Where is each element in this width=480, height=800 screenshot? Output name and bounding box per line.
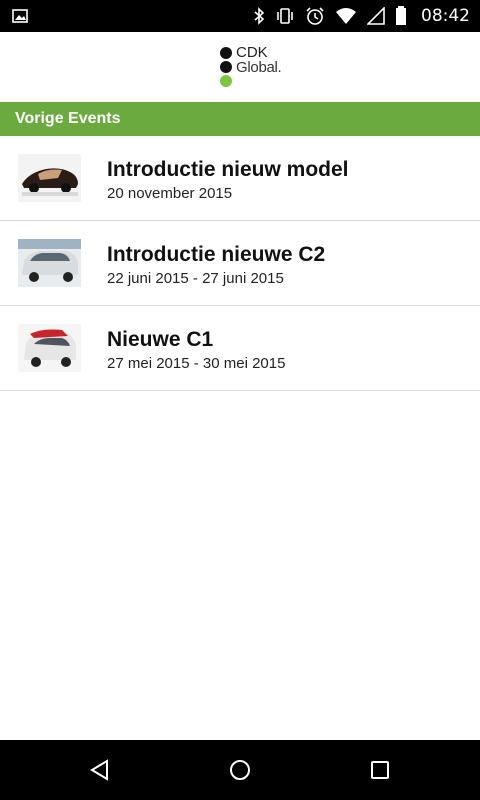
event-date: 20 november 2015 (107, 185, 233, 202)
cdk-global-logo: CDK Global. (217, 44, 297, 90)
back-button[interactable] (70, 740, 130, 800)
event-thumbnail (18, 324, 81, 372)
car-image-icon (18, 154, 81, 202)
event-date: 27 mei 2015 - 30 mei 2015 (107, 355, 286, 372)
image-icon (12, 9, 28, 23)
event-title: Introductie nieuw model (107, 158, 349, 181)
event-date: 22 juni 2015 - 27 juni 2015 (107, 270, 284, 287)
bluetooth-icon (254, 7, 265, 25)
logo-dot-green (220, 75, 232, 87)
event-item[interactable]: Nieuwe C1 27 mei 2015 - 30 mei 2015 (0, 306, 480, 391)
battery-icon (396, 6, 406, 25)
logo-dot (220, 61, 232, 73)
navigation-bar (0, 740, 480, 800)
event-title: Introductie nieuwe C2 (107, 243, 326, 266)
recents-icon (371, 761, 389, 779)
home-icon (230, 760, 250, 780)
car-image-icon (18, 239, 81, 287)
vibrate-icon (277, 8, 293, 24)
signal-icon (367, 7, 385, 25)
logo-text-global: Global. (236, 59, 282, 76)
event-item[interactable]: Introductie nieuw model 20 november 2015 (0, 136, 480, 221)
event-title: Nieuwe C1 (107, 328, 214, 351)
home-button[interactable] (210, 740, 270, 800)
section-header: Vorige Events (0, 102, 480, 136)
car-image-icon (18, 324, 81, 372)
event-thumbnail (18, 154, 81, 202)
app-header: CDK Global. (0, 32, 480, 102)
wifi-icon (336, 8, 356, 24)
recents-button[interactable] (350, 740, 410, 800)
event-item[interactable]: Introductie nieuwe C2 22 juni 2015 - 27 … (0, 221, 480, 306)
status-bar: 08:42 (0, 0, 480, 32)
back-icon (90, 759, 108, 781)
status-time: 08:42 (421, 6, 470, 26)
logo-dot (220, 47, 232, 59)
event-list: Introductie nieuw model 20 november 2015… (0, 136, 480, 391)
alarm-icon (306, 7, 324, 25)
event-thumbnail (18, 239, 81, 287)
section-title: Vorige Events (15, 110, 121, 127)
